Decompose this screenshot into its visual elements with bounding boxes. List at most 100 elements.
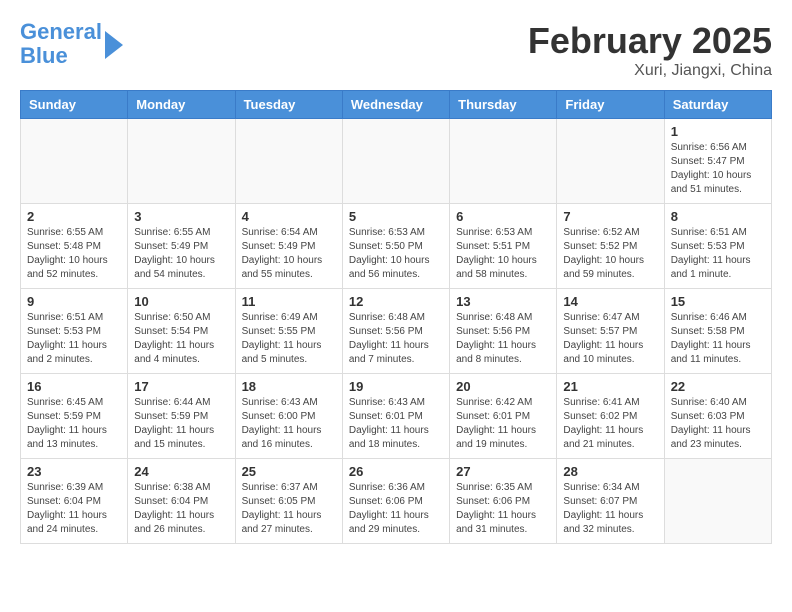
weekday-header-friday: Friday (557, 91, 664, 119)
calendar-cell: 26 Sunrise: 6:36 AM Sunset: 6:06 PM Dayli… (342, 459, 449, 544)
weekday-header-thursday: Thursday (450, 91, 557, 119)
day-number: 8 (671, 209, 765, 224)
day-number: 10 (134, 294, 228, 309)
calendar-cell: 9Sunrise: 6:51 AM Sunset: 5:53 PM Daylig… (21, 289, 128, 374)
calendar-cell: 27Sunrise: 6:35 AM Sunset: 6:06 PM Dayli… (450, 459, 557, 544)
calendar-table: SundayMondayTuesdayWednesdayThursdayFrid… (20, 90, 772, 544)
day-number: 7 (563, 209, 657, 224)
day-number: 19 (349, 379, 443, 394)
day-info: Sunrise: 6:37 AM Sunset: 6:05 PM Dayligh… (242, 481, 336, 537)
day-number: 24 (134, 464, 228, 479)
month-title: February 2025 (528, 20, 772, 62)
week-row-2: 2 Sunrise: 6:55 AM Sunset: 5:48 PM Daylig… (21, 204, 772, 289)
calendar-cell (21, 119, 128, 204)
day-info: Sunrise: 6:46 AM Sunset: 5:58 PM Dayligh… (671, 311, 765, 367)
day-info: Sunrise: 6:48 AM Sunset: 5:56 PM Dayligh… (456, 311, 550, 367)
weekday-header-wednesday: Wednesday (342, 91, 449, 119)
day-info: Sunrise: 6:44 AM Sunset: 5:59 PM Dayligh… (134, 396, 228, 452)
calendar-cell: 4 Sunrise: 6:54 AM Sunset: 5:49 PM Daylig… (235, 204, 342, 289)
calendar-cell: 8 Sunrise: 6:51 AM Sunset: 5:53 PM Daylig… (664, 204, 771, 289)
day-info: Sunrise: 6:42 AM Sunset: 6:01 PM Dayligh… (456, 396, 550, 452)
day-info: Sunrise: 6:56 AM Sunset: 5:47 PM Dayligh… (671, 141, 765, 197)
calendar-cell: 23 Sunrise: 6:39 AM Sunset: 6:04 PM Dayli… (21, 459, 128, 544)
calendar-cell: 18Sunrise: 6:43 AM Sunset: 6:00 PM Dayli… (235, 374, 342, 459)
day-number: 11 (242, 294, 336, 309)
calendar-cell: 3 Sunrise: 6:55 AM Sunset: 5:49 PM Daylig… (128, 204, 235, 289)
day-info: Sunrise: 6:51 AM Sunset: 5:53 PM Dayligh… (671, 226, 765, 282)
day-number: 18 (242, 379, 336, 394)
day-info: Sunrise: 6:45 AM Sunset: 5:59 PM Dayligh… (27, 396, 121, 452)
day-number: 1 (671, 124, 765, 139)
day-info: Sunrise: 6:47 AM Sunset: 5:57 PM Dayligh… (563, 311, 657, 367)
day-info: Sunrise: 6:35 AM Sunset: 6:06 PM Dayligh… (456, 481, 550, 537)
calendar-cell (128, 119, 235, 204)
day-number: 13 (456, 294, 550, 309)
day-number: 3 (134, 209, 228, 224)
weekday-header-monday: Monday (128, 91, 235, 119)
day-number: 14 (563, 294, 657, 309)
day-number: 22 (671, 379, 765, 394)
calendar-cell: 5 Sunrise: 6:53 AM Sunset: 5:50 PM Daylig… (342, 204, 449, 289)
day-info: Sunrise: 6:50 AM Sunset: 5:54 PM Dayligh… (134, 311, 228, 367)
day-info: Sunrise: 6:48 AM Sunset: 5:56 PM Dayligh… (349, 311, 443, 367)
calendar-cell: 16Sunrise: 6:45 AM Sunset: 5:59 PM Dayli… (21, 374, 128, 459)
day-number: 5 (349, 209, 443, 224)
week-row-1: 1 Sunrise: 6:56 AM Sunset: 5:47 PM Daylig… (21, 119, 772, 204)
calendar-cell: 22 Sunrise: 6:40 AM Sunset: 6:03 PM Dayli… (664, 374, 771, 459)
calendar-cell: 10 Sunrise: 6:50 AM Sunset: 5:54 PM Dayli… (128, 289, 235, 374)
weekday-header-tuesday: Tuesday (235, 91, 342, 119)
day-info: Sunrise: 6:53 AM Sunset: 5:50 PM Dayligh… (349, 226, 443, 282)
calendar-cell: 2 Sunrise: 6:55 AM Sunset: 5:48 PM Daylig… (21, 204, 128, 289)
calendar-cell: 24 Sunrise: 6:38 AM Sunset: 6:04 PM Dayli… (128, 459, 235, 544)
calendar-cell: 14 Sunrise: 6:47 AM Sunset: 5:57 PM Dayli… (557, 289, 664, 374)
day-info: Sunrise: 6:49 AM Sunset: 5:55 PM Dayligh… (242, 311, 336, 367)
day-info: Sunrise: 6:38 AM Sunset: 6:04 PM Dayligh… (134, 481, 228, 537)
calendar-cell (557, 119, 664, 204)
calendar-cell (450, 119, 557, 204)
weekday-header-saturday: Saturday (664, 91, 771, 119)
calendar-cell: 1 Sunrise: 6:56 AM Sunset: 5:47 PM Daylig… (664, 119, 771, 204)
day-number: 25 (242, 464, 336, 479)
logo-general: General (20, 19, 102, 44)
day-number: 20 (456, 379, 550, 394)
day-info: Sunrise: 6:40 AM Sunset: 6:03 PM Dayligh… (671, 396, 765, 452)
day-info: Sunrise: 6:34 AM Sunset: 6:07 PM Dayligh… (563, 481, 657, 537)
calendar-cell: 7Sunrise: 6:52 AM Sunset: 5:52 PM Daylig… (557, 204, 664, 289)
day-number: 21 (563, 379, 657, 394)
day-number: 6 (456, 209, 550, 224)
day-number: 4 (242, 209, 336, 224)
calendar-cell (235, 119, 342, 204)
day-info: Sunrise: 6:41 AM Sunset: 6:02 PM Dayligh… (563, 396, 657, 452)
day-number: 17 (134, 379, 228, 394)
calendar-cell: 15 Sunrise: 6:46 AM Sunset: 5:58 PM Dayli… (664, 289, 771, 374)
day-info: Sunrise: 6:55 AM Sunset: 5:49 PM Dayligh… (134, 226, 228, 282)
week-row-3: 9Sunrise: 6:51 AM Sunset: 5:53 PM Daylig… (21, 289, 772, 374)
day-info: Sunrise: 6:39 AM Sunset: 6:04 PM Dayligh… (27, 481, 121, 537)
weekday-header-row: SundayMondayTuesdayWednesdayThursdayFrid… (21, 91, 772, 119)
day-info: Sunrise: 6:51 AM Sunset: 5:53 PM Dayligh… (27, 311, 121, 367)
day-info: Sunrise: 6:53 AM Sunset: 5:51 PM Dayligh… (456, 226, 550, 282)
day-number: 2 (27, 209, 121, 224)
week-row-4: 16Sunrise: 6:45 AM Sunset: 5:59 PM Dayli… (21, 374, 772, 459)
calendar-cell: 6 Sunrise: 6:53 AM Sunset: 5:51 PM Daylig… (450, 204, 557, 289)
weekday-header-sunday: Sunday (21, 91, 128, 119)
day-info: Sunrise: 6:43 AM Sunset: 6:01 PM Dayligh… (349, 396, 443, 452)
day-number: 23 (27, 464, 121, 479)
page-header: General Blue February 2025 Xuri, Jiangxi… (20, 20, 772, 80)
calendar-cell: 13 Sunrise: 6:48 AM Sunset: 5:56 PM Dayli… (450, 289, 557, 374)
logo-arrow-icon (105, 31, 123, 59)
day-number: 26 (349, 464, 443, 479)
day-info: Sunrise: 6:36 AM Sunset: 6:06 PM Dayligh… (349, 481, 443, 537)
day-number: 15 (671, 294, 765, 309)
day-info: Sunrise: 6:54 AM Sunset: 5:49 PM Dayligh… (242, 226, 336, 282)
calendar-cell: 20 Sunrise: 6:42 AM Sunset: 6:01 PM Dayli… (450, 374, 557, 459)
day-info: Sunrise: 6:55 AM Sunset: 5:48 PM Dayligh… (27, 226, 121, 282)
calendar-cell: 11 Sunrise: 6:49 AM Sunset: 5:55 PM Dayli… (235, 289, 342, 374)
logo: General Blue (20, 20, 123, 68)
calendar-cell (664, 459, 771, 544)
day-number: 28 (563, 464, 657, 479)
week-row-5: 23 Sunrise: 6:39 AM Sunset: 6:04 PM Dayli… (21, 459, 772, 544)
location: Xuri, Jiangxi, China (528, 62, 772, 80)
calendar-cell: 25 Sunrise: 6:37 AM Sunset: 6:05 PM Dayli… (235, 459, 342, 544)
calendar-cell: 19 Sunrise: 6:43 AM Sunset: 6:01 PM Dayli… (342, 374, 449, 459)
